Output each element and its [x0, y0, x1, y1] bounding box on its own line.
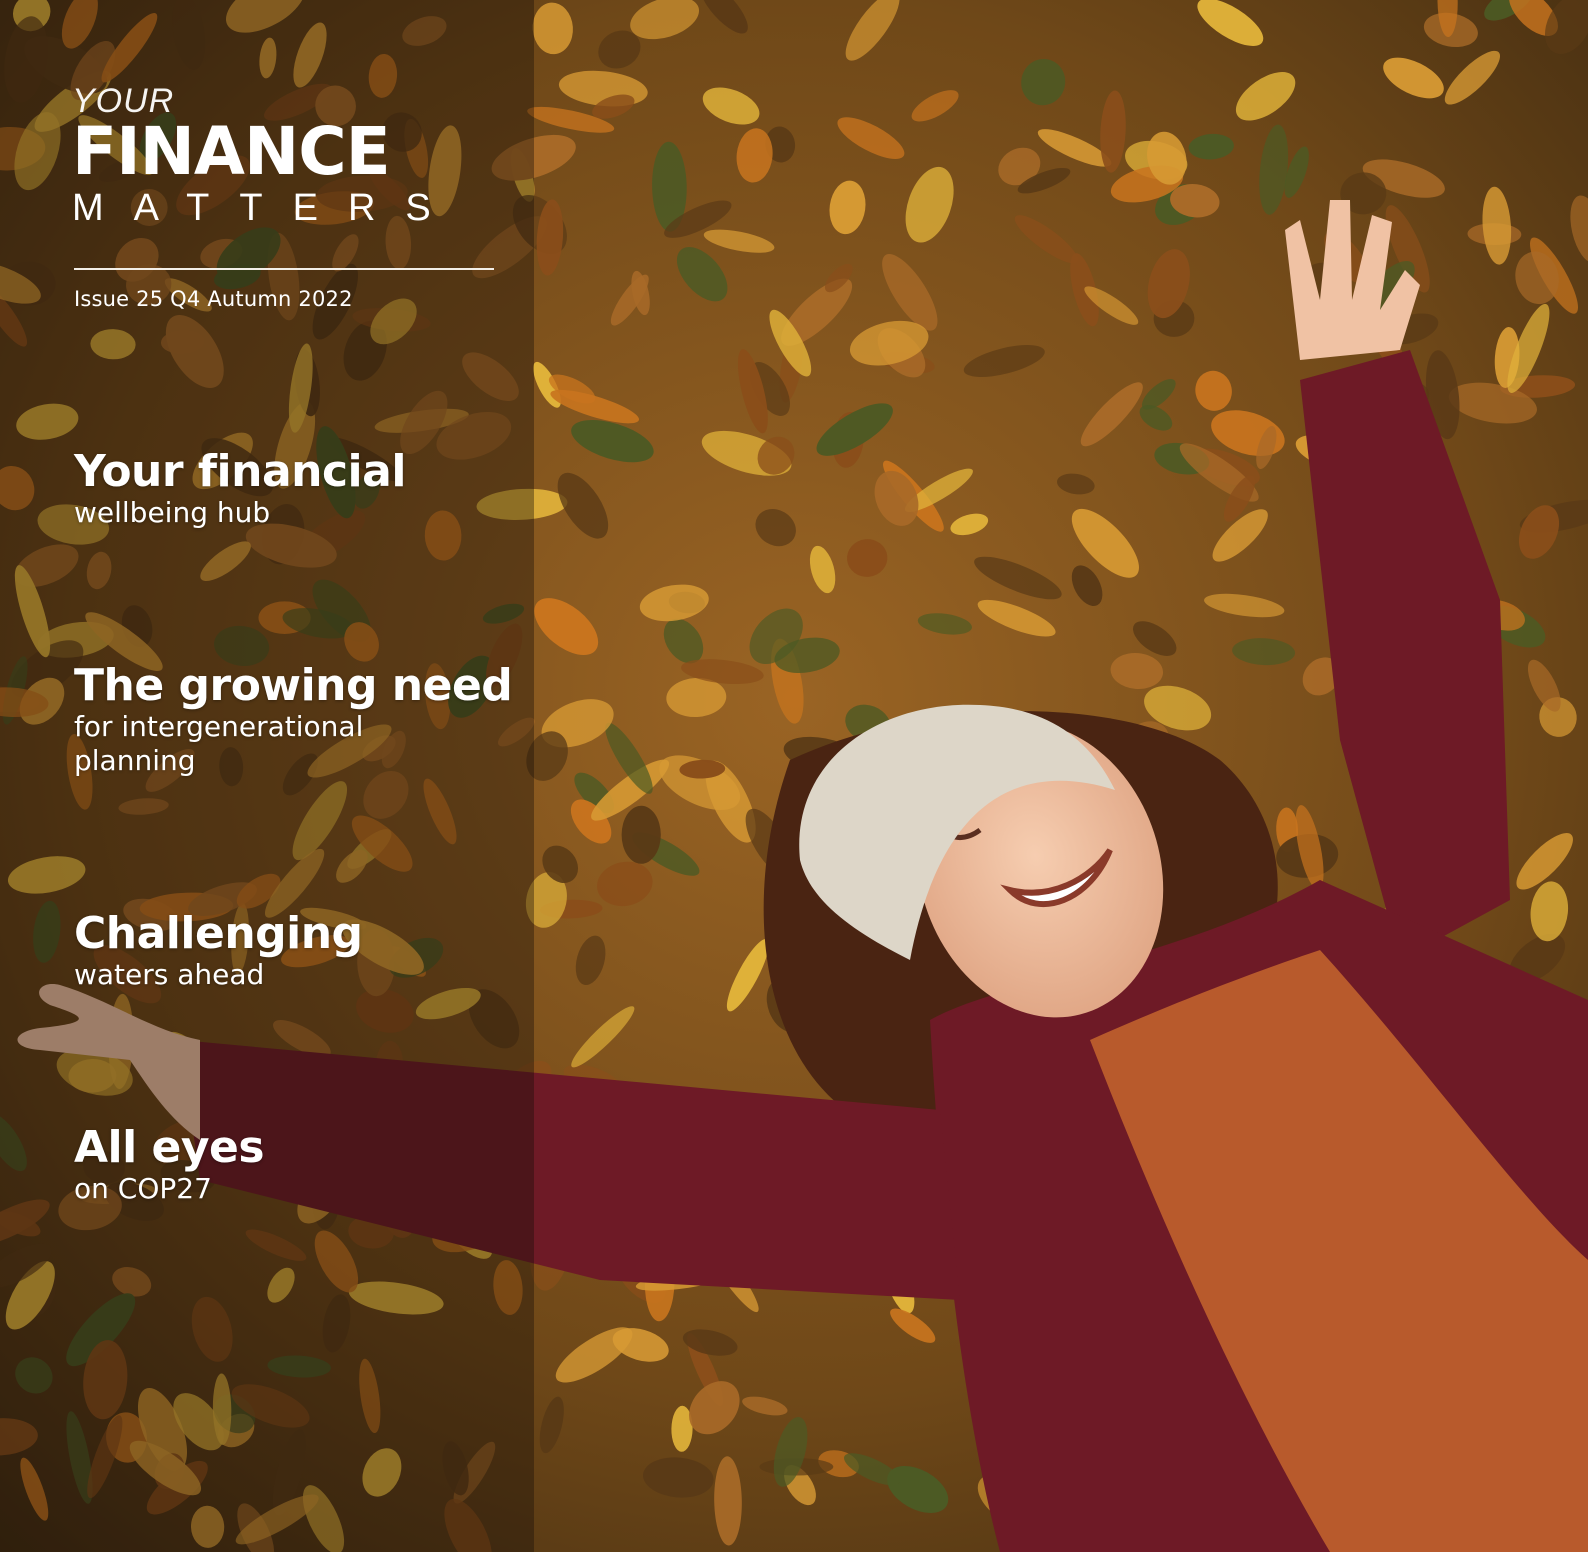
story-headline: The growing need [74, 660, 513, 711]
masthead-finance: FINANCE [72, 113, 391, 190]
cover-story-financial-wellbeing: Your financial wellbeing hub [74, 448, 514, 530]
cover-story-challenging-waters: Challenging waters ahead [74, 910, 514, 992]
cover-story-cop27: All eyes on COP27 [74, 1124, 514, 1206]
masthead-your: YOUR [72, 82, 175, 120]
story-headline: Your financial [74, 446, 406, 497]
story-headline: Challenging [74, 908, 363, 959]
magazine-cover: YOUR FINANCE MATTERS Issue 25 Q4 Autumn … [0, 0, 1588, 1552]
masthead-logo: YOUR FINANCE MATTERS [72, 84, 461, 228]
story-headline: All eyes [74, 1122, 265, 1173]
cover-story-intergenerational-planning: The growing need for intergenerational p… [74, 662, 514, 778]
story-subline: wellbeing hub [74, 496, 271, 529]
masthead-divider [74, 268, 494, 270]
story-subline: on COP27 [74, 1172, 212, 1205]
story-subline: for intergenerational planning [74, 710, 364, 777]
story-subline: waters ahead [74, 958, 265, 991]
issue-line: Issue 25 Q4 Autumn 2022 [74, 287, 353, 311]
masthead-matters: MATTERS [72, 187, 461, 229]
leaf [621, 805, 661, 864]
